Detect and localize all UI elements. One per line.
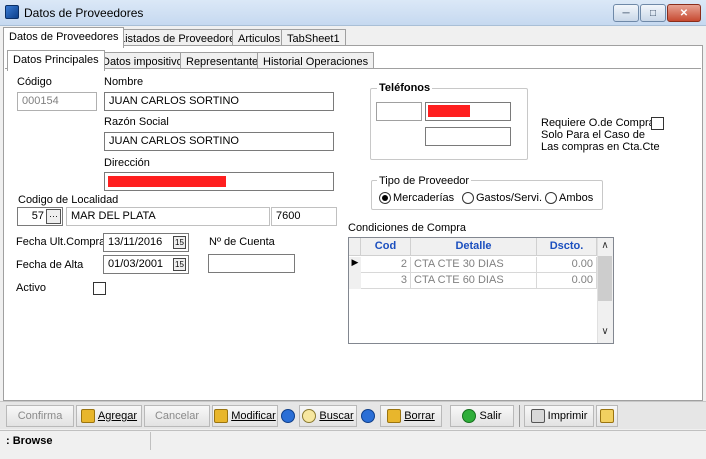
cancelar-label: Cancelar: [154, 410, 200, 422]
buscar-label: Buscar: [319, 410, 354, 422]
agregar-button[interactable]: Agregar: [76, 405, 142, 427]
cancelar-button[interactable]: Cancelar: [144, 405, 210, 427]
app-icon: [5, 5, 19, 19]
grid-scroll-thumb[interactable]: [598, 256, 612, 301]
toolbar-divider: [519, 405, 520, 427]
codigo-label: Código: [17, 76, 52, 88]
cuenta-label: Nº de Cuenta: [209, 236, 275, 248]
calendar-icon[interactable]: 15: [173, 236, 186, 249]
direccion-label: Dirección: [104, 157, 150, 169]
requiere-oc-label-3: Las compras en Cta.Cte: [541, 141, 660, 153]
redaction-block: [428, 105, 470, 117]
localidad-name-field: MAR DEL PLATA: [66, 207, 270, 226]
radio-gastos-servicios-label: Gastos/Servi.: [476, 192, 543, 204]
table-cell-detalle[interactable]: CTA CTE 30 DIAS: [411, 257, 537, 273]
scroll-down-icon[interactable]: ∨: [598, 326, 612, 337]
grid-indicator-header: [349, 238, 361, 256]
close-button[interactable]: ✕: [667, 4, 701, 22]
condiciones-grid[interactable]: Cod Detalle Dscto. ▶ 2 CTA CTE 30 DIAS 0…: [348, 237, 614, 344]
tab-datos-proveedores[interactable]: Datos de Proveedores: [3, 27, 125, 48]
fecha-alta-value: 01/03/2001: [108, 258, 164, 270]
scroll-up-icon[interactable]: ∧: [598, 240, 612, 251]
telefono-area-field[interactable]: [376, 102, 422, 121]
condiciones-title: Condiciones de Compra: [348, 222, 467, 234]
table-cell-dscto[interactable]: 0.00: [537, 257, 597, 273]
row-marker-icon: ▶: [349, 257, 361, 273]
radio-ambos[interactable]: [545, 192, 557, 204]
confirma-label: Confirma: [17, 410, 63, 422]
salir-button[interactable]: Salir: [450, 405, 514, 427]
status-text: : Browse: [6, 435, 53, 447]
telefonos-group: [370, 88, 528, 160]
agregar-label: Agregar: [97, 410, 138, 422]
radio-ambos-label: Ambos: [559, 192, 594, 204]
printer-icon: [530, 409, 545, 423]
localidad-lookup-button[interactable]: ···: [46, 209, 61, 224]
grid-header-cod[interactable]: Cod: [361, 238, 411, 256]
requiere-oc-label-1: Requiere O.de Compra: [541, 117, 655, 129]
fecha-ult-compra-label: Fecha Ult.Compra: [16, 236, 106, 248]
activo-checkbox[interactable]: [93, 282, 106, 295]
table-cell-cod[interactable]: 2: [361, 257, 411, 273]
calendar-icon[interactable]: 15: [173, 258, 186, 271]
nav-icon[interactable]: [281, 409, 295, 423]
maximize-button[interactable]: □: [640, 4, 666, 22]
borrar-button[interactable]: Borrar: [380, 405, 442, 427]
razon-social-field[interactable]: JUAN CARLOS SORTINO: [104, 132, 334, 151]
telefono-2-field[interactable]: [425, 127, 511, 146]
nombre-field[interactable]: JUAN CARLOS SORTINO: [104, 92, 334, 111]
localidad-label: Codigo de Localidad: [18, 194, 119, 206]
grid-header-detalle[interactable]: Detalle: [411, 238, 537, 256]
status-divider: [150, 432, 151, 450]
cuenta-field[interactable]: [208, 254, 295, 273]
salir-label: Salir: [479, 410, 502, 422]
telefono-1-field[interactable]: [425, 102, 511, 121]
tipo-proveedor-title: Tipo de Proveedor: [377, 175, 472, 187]
modificar-button[interactable]: Modificar: [212, 405, 278, 427]
table-cell-dscto[interactable]: 0.00: [537, 273, 597, 289]
borrar-label: Borrar: [404, 410, 435, 422]
grid-header-dscto[interactable]: Dscto.: [537, 238, 597, 256]
tab-datos-principales[interactable]: Datos Principales: [7, 50, 105, 71]
razon-social-label: Razón Social: [104, 116, 169, 128]
fecha-alta-label: Fecha de Alta: [16, 259, 84, 271]
exit-icon: [462, 409, 477, 423]
confirma-button[interactable]: Confirma: [6, 405, 74, 427]
modificar-label: Modificar: [231, 410, 276, 422]
imprimir-label: Imprimir: [547, 410, 588, 422]
codigo-field[interactable]: 000154: [17, 92, 97, 111]
requiere-oc-label-2: Solo Para el Caso de: [541, 129, 645, 141]
row-indicator: [349, 273, 361, 289]
status-bar: [0, 430, 706, 452]
direccion-field[interactable]: [104, 172, 334, 191]
buscar-button[interactable]: Buscar: [299, 405, 357, 427]
activo-label: Activo: [16, 282, 46, 294]
table-cell-detalle[interactable]: CTA CTE 60 DIAS: [411, 273, 537, 289]
telefonos-title: Teléfonos: [377, 82, 433, 94]
fecha-ult-compra-value: 13/11/2016: [108, 236, 163, 248]
search-icon: [302, 409, 317, 423]
redaction-block: [108, 176, 226, 187]
window-title: Datos de Proveedores: [24, 6, 144, 20]
export-button[interactable]: [596, 405, 618, 427]
folder-icon: [600, 409, 614, 423]
edit-icon: [214, 409, 229, 423]
minimize-button[interactable]: ─: [613, 4, 639, 22]
localidad-cp-field: 7600: [271, 207, 337, 226]
radio-mercaderias-label: Mercaderías: [393, 192, 455, 204]
table-cell-cod[interactable]: 3: [361, 273, 411, 289]
add-icon: [80, 409, 95, 423]
nombre-label: Nombre: [104, 76, 144, 88]
imprimir-button[interactable]: Imprimir: [524, 405, 594, 427]
delete-icon: [387, 409, 402, 423]
radio-gastos-servicios[interactable]: [462, 192, 474, 204]
requiere-oc-checkbox[interactable]: [651, 117, 664, 130]
nav-icon[interactable]: [361, 409, 375, 423]
radio-mercaderias[interactable]: [379, 192, 391, 204]
